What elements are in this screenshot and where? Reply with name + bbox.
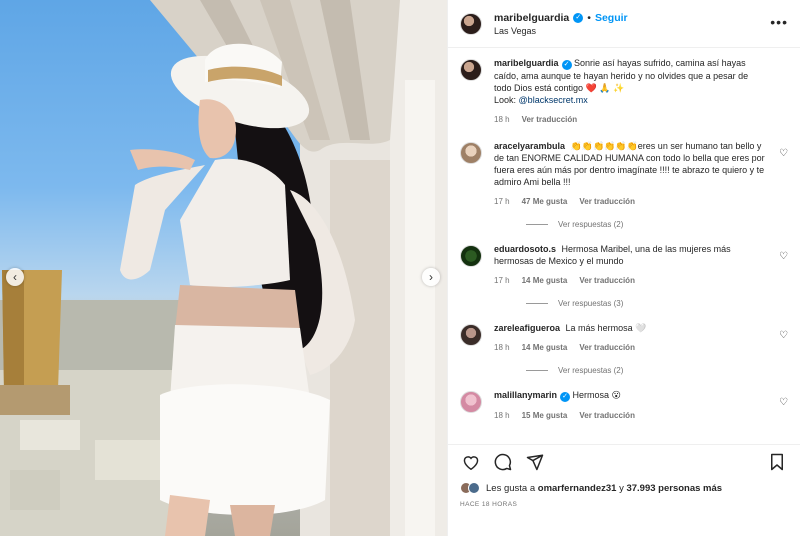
caption: maribelguardia ✓ Sonrie así hayas sufrido…	[460, 57, 788, 126]
comment-translate-button[interactable]: Ver traducción	[579, 275, 635, 287]
comment-translate-button[interactable]: Ver traducción	[579, 410, 635, 422]
look-mention-link[interactable]: @blacksecret.mx	[519, 95, 588, 105]
view-replies-label: Ver respuestas (2)	[558, 220, 624, 229]
next-photo-button[interactable]: ›	[422, 268, 440, 286]
comment-translate-button[interactable]: Ver traducción	[579, 196, 635, 208]
caption-username[interactable]: maribelguardia	[494, 58, 559, 68]
comment-likes[interactable]: 47 Me gusta	[522, 196, 568, 208]
comment-item: zareleafigueroa La más hermosa 🤍 18 h 14…	[460, 322, 788, 354]
post-time-ago[interactable]: HACE 18 HORAS	[460, 501, 517, 508]
likes-prefix: Les gusta a	[486, 482, 536, 494]
comment-item: aracelyarambula 👏👏👏👏👏👏eres un ser humano…	[460, 140, 788, 208]
heart-icon[interactable]	[460, 451, 482, 473]
comment-item: malillanymarin ✓ Hermosa 😮 18 h 15 Me gus…	[460, 389, 788, 422]
more-options-icon[interactable]: •••	[770, 14, 788, 30]
comment-username[interactable]: malillanymarin	[494, 390, 557, 400]
avatar[interactable]	[460, 324, 482, 346]
likes-count[interactable]: 37.993 personas más	[626, 483, 722, 494]
comment-icon[interactable]	[492, 451, 514, 473]
comment-text: Hermosa 😮	[572, 390, 621, 400]
look-label: Look:	[494, 95, 517, 105]
follow-button[interactable]: Seguir	[595, 12, 628, 24]
replies-line	[526, 224, 548, 225]
avatar[interactable]	[460, 245, 482, 267]
comment-time[interactable]: 18 h	[494, 342, 510, 354]
caption-time[interactable]: 18 h	[494, 114, 510, 126]
comment-username[interactable]: zareleafigueroa	[494, 323, 560, 333]
separator-dot: •	[587, 11, 591, 24]
post-header: maribelguardia ✓ • Seguir Las Vegas •••	[448, 0, 800, 48]
comment-heart-icon[interactable]: ♡	[779, 251, 788, 262]
likes-middle: y	[619, 482, 624, 494]
comment-username[interactable]: eduardosoto.s	[494, 244, 556, 254]
view-replies-button[interactable]: Ver respuestas (3)	[526, 299, 788, 308]
caption-translate-button[interactable]: Ver traducción	[522, 114, 578, 126]
comment-heart-icon[interactable]: ♡	[779, 330, 788, 341]
view-replies-label: Ver respuestas (3)	[558, 299, 624, 308]
comment-likes[interactable]: 14 Me gusta	[522, 342, 568, 354]
comment-time[interactable]: 18 h	[494, 410, 510, 422]
comment-heart-icon[interactable]: ♡	[779, 148, 788, 159]
comment-translate-button[interactable]: Ver traducción	[579, 342, 635, 354]
comment-time[interactable]: 17 h	[494, 196, 510, 208]
verified-badge-icon: ✓	[561, 60, 572, 70]
avatar[interactable]	[460, 59, 482, 81]
bookmark-icon[interactable]	[766, 451, 788, 473]
comment-item: eduardosoto.s Hermosa Maribel, una de la…	[460, 243, 788, 287]
view-replies-button[interactable]: Ver respuestas (2)	[526, 366, 788, 375]
comments-list[interactable]: maribelguardia ✓ Sonrie así hayas sufrido…	[448, 49, 800, 442]
author-username[interactable]: maribelguardia	[494, 12, 569, 24]
verified-badge-icon: ✓	[560, 392, 571, 402]
comment-text: La más hermosa 🤍	[565, 323, 647, 333]
view-replies-button[interactable]: Ver respuestas (2)	[526, 220, 788, 229]
comment-likes[interactable]: 14 Me gusta	[522, 275, 568, 287]
comment-likes[interactable]: 15 Me gusta	[522, 410, 568, 422]
verified-badge-icon: ✓	[573, 12, 584, 23]
view-replies-label: Ver respuestas (2)	[558, 366, 624, 375]
avatar[interactable]	[460, 142, 482, 164]
comment-time[interactable]: 17 h	[494, 275, 510, 287]
avatar[interactable]	[460, 12, 482, 35]
replies-line	[526, 303, 548, 304]
previous-photo-button[interactable]: ‹	[6, 268, 24, 286]
comment-heart-icon[interactable]: ♡	[779, 397, 788, 408]
action-bar	[448, 444, 800, 478]
post-photo[interactable]: ‹ ›	[0, 0, 447, 536]
replies-line	[526, 370, 548, 371]
liker-avatar	[468, 482, 480, 494]
comment-username[interactable]: aracelyarambula	[494, 141, 565, 151]
share-icon[interactable]	[524, 451, 546, 473]
liker-username[interactable]: omarfernandez31	[538, 483, 617, 494]
post-side-panel: maribelguardia ✓ • Seguir Las Vegas ••• …	[447, 0, 800, 536]
avatar[interactable]	[460, 391, 482, 413]
likes-summary: Les gusta a omarfernandez31 y 37.993 per…	[460, 482, 788, 494]
post-location[interactable]: Las Vegas	[494, 26, 628, 36]
photo-illustration	[0, 0, 447, 536]
